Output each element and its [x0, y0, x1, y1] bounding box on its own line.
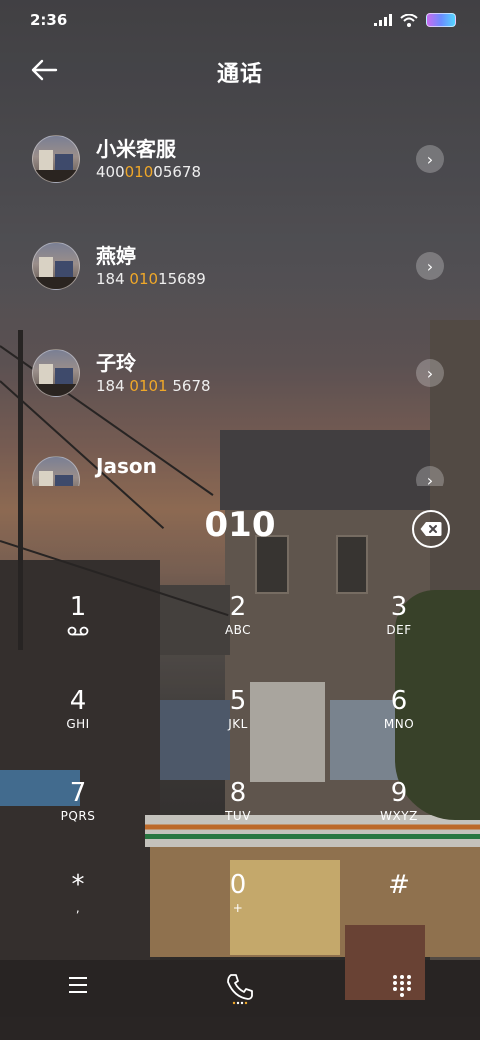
key-2[interactable]: 2 ABC	[178, 592, 298, 672]
chevron-right-icon[interactable]: ›	[416, 359, 444, 387]
page-title: 通话	[216, 62, 263, 87]
key-hash[interactable]: #	[339, 870, 459, 950]
contact-name: 子玲	[96, 351, 136, 375]
backspace-button[interactable]	[412, 510, 450, 548]
status-time: 2:36	[30, 11, 68, 29]
contact-name: 燕婷	[96, 244, 136, 268]
avatar	[32, 456, 80, 486]
status-icons	[374, 13, 456, 27]
backspace-icon	[420, 522, 442, 536]
key-8[interactable]: 8 TUV	[178, 778, 298, 858]
chevron-right-icon[interactable]: ›	[416, 466, 444, 486]
chevron-right-icon[interactable]: ›	[416, 252, 444, 280]
top-bar: 通话	[0, 48, 480, 92]
signal-icon	[374, 14, 392, 26]
avatar	[32, 135, 80, 183]
dialed-number: 010	[204, 505, 276, 545]
key-7[interactable]: 7 PQRS	[18, 778, 138, 858]
contact-number: 184 0101 5678	[96, 377, 211, 395]
contact-item[interactable]: 燕婷 184 01015689 ›	[0, 242, 480, 302]
contact-number: 40001005678	[96, 163, 201, 181]
battery-icon	[426, 13, 456, 27]
contact-item[interactable]: Jason ›	[0, 456, 480, 486]
contact-name: 小米客服	[96, 137, 176, 161]
bottom-actions	[0, 965, 480, 1005]
key-0[interactable]: 0 +	[178, 870, 298, 950]
menu-icon[interactable]	[69, 977, 87, 993]
contact-item[interactable]: 小米客服 40001005678 ›	[0, 135, 480, 195]
avatar	[32, 349, 80, 397]
contact-name: Jason	[96, 456, 157, 478]
key-star[interactable]: * ,	[18, 870, 138, 950]
wifi-icon	[400, 13, 418, 27]
key-5[interactable]: 5 JKL	[178, 686, 298, 766]
call-button[interactable]	[222, 969, 258, 1005]
key-1[interactable]: 1	[18, 592, 138, 672]
contact-number: 184 01015689	[96, 270, 206, 288]
dialpad-toggle-icon[interactable]	[393, 975, 411, 997]
key-4[interactable]: 4 GHI	[18, 686, 138, 766]
key-9[interactable]: 9 WXYZ	[339, 778, 459, 858]
status-bar: 2:36	[0, 0, 480, 40]
voicemail-icon	[67, 626, 89, 636]
key-3[interactable]: 3 DEF	[339, 592, 459, 672]
avatar	[32, 242, 80, 290]
contact-item[interactable]: 子玲 184 0101 5678 ›	[0, 349, 480, 409]
chevron-right-icon[interactable]: ›	[416, 145, 444, 173]
key-6[interactable]: 6 MNO	[339, 686, 459, 766]
